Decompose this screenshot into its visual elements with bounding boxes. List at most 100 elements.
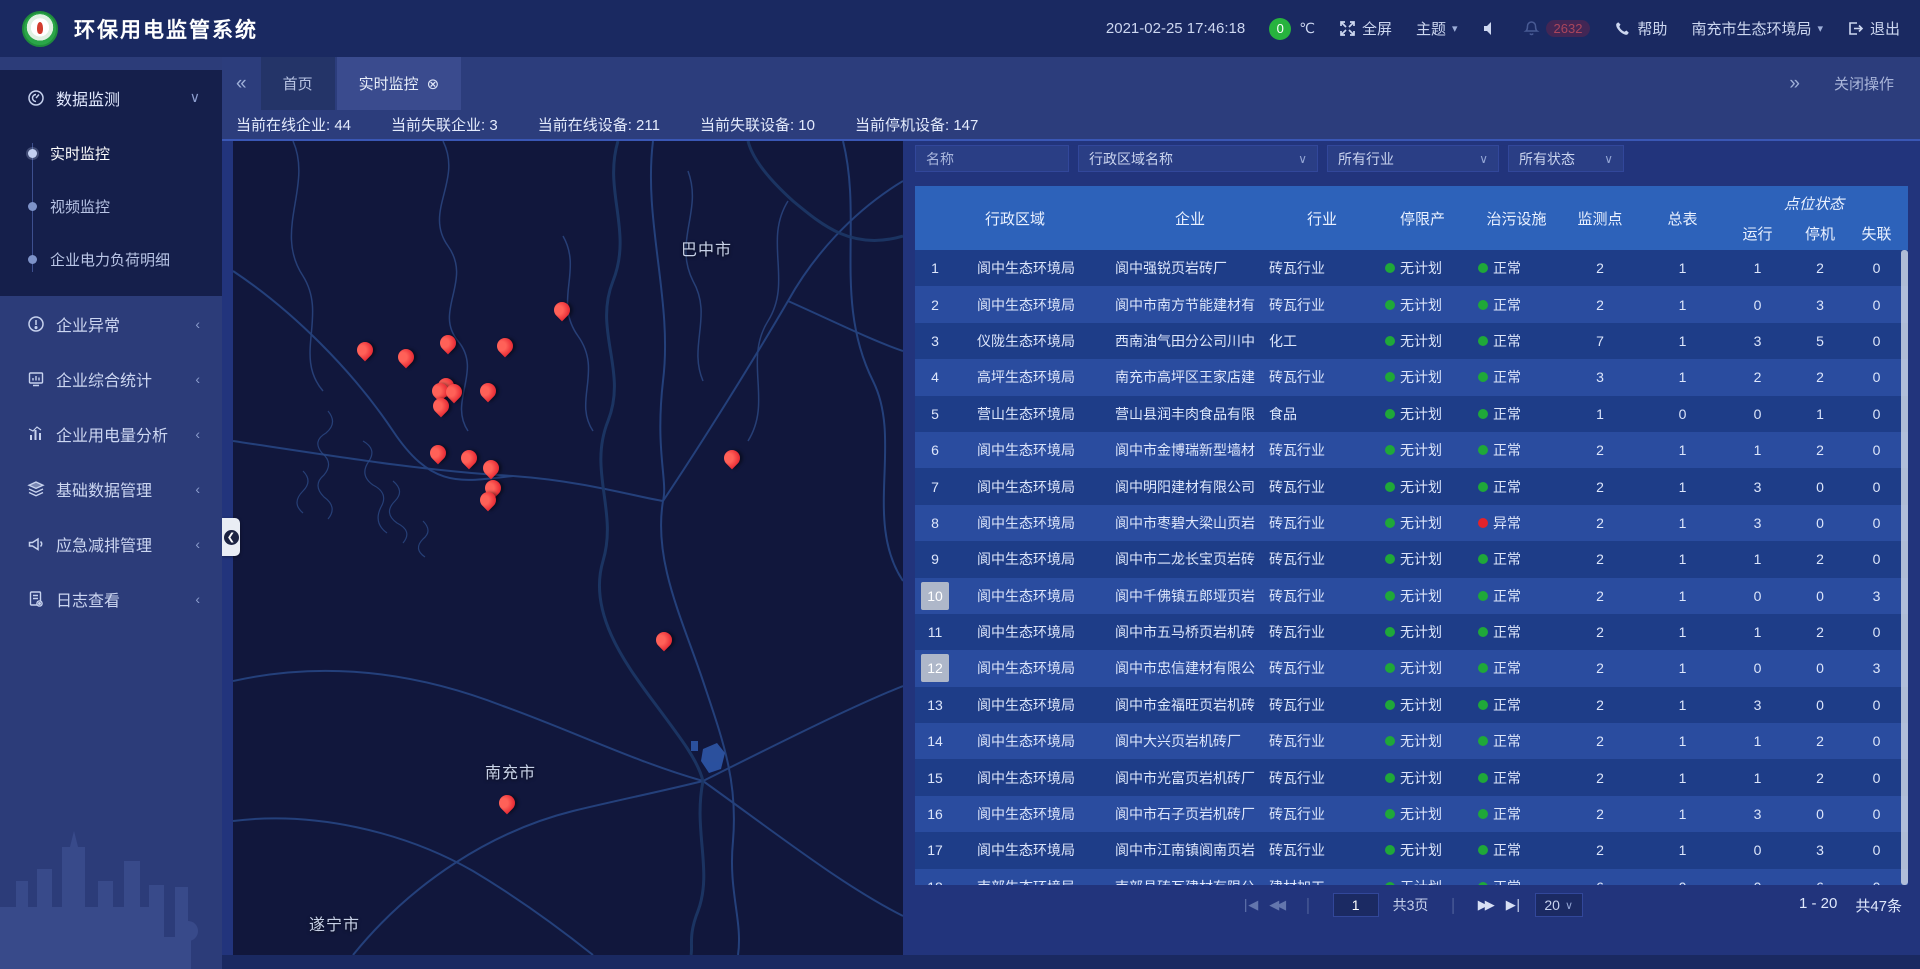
table-row[interactable]: 17阆中生态环境局阆中市江南镇阆南页岩砖瓦行业无计划正常21030 xyxy=(915,832,1908,868)
table-row[interactable]: 9阆中生态环境局阆中市二龙长宝页岩砖砖瓦行业无计划正常21120 xyxy=(915,541,1908,577)
table-row[interactable]: 2阆中生态环境局阆中市南方节能建材有砖瓦行业无计划正常21030 xyxy=(915,286,1908,322)
temperature-unit: ℃ xyxy=(1299,20,1315,37)
name-filter-input[interactable] xyxy=(915,145,1069,172)
map-collapse-button[interactable]: ❮ xyxy=(222,518,240,556)
sidebar-item-log-view[interactable]: 日志查看‹ xyxy=(0,571,222,626)
cell-company: 阆中市金博瑞新型墙材 xyxy=(1115,432,1265,468)
cell-lost: 0 xyxy=(1845,614,1908,650)
bullet-dot-icon xyxy=(28,202,37,211)
cell-meter: 0 xyxy=(1645,396,1720,432)
column-group-point-status: 点位状态 运行 停机 失联 xyxy=(1720,186,1908,250)
cell-meter: 1 xyxy=(1645,323,1720,359)
sidebar-item-data-monitoring[interactable]: 数据监测∨ xyxy=(0,70,222,125)
table-scrollbar[interactable] xyxy=(1901,250,1908,885)
tabs-scroll-right-icon[interactable]: » xyxy=(1789,73,1800,95)
cell-index: 8 xyxy=(915,505,955,541)
map[interactable]: 巴中市南充市遂宁市 xyxy=(233,141,903,955)
row-index: 14 xyxy=(921,727,949,755)
app-root: 环保用电监管系统 2021-02-25 17:46:18 0 ℃ 全屏 主题 ▾ xyxy=(0,0,1920,969)
cell-plan-status: 无计划 xyxy=(1375,614,1460,650)
cell-meter: 1 xyxy=(1645,796,1720,832)
cell-region: 阆中生态环境局 xyxy=(955,759,1115,795)
industry-filter-select[interactable]: 所有行业 ∨ xyxy=(1327,145,1499,172)
temperature-badge: 0 xyxy=(1269,18,1291,40)
chevron-down-icon: ∨ xyxy=(1565,899,1573,912)
cell-facility-status: 正常 xyxy=(1460,650,1555,686)
fullscreen-button[interactable]: 全屏 xyxy=(1339,18,1392,39)
sound-toggle[interactable] xyxy=(1482,20,1499,37)
table-row[interactable]: 15阆中生态环境局阆中市光富页岩机砖厂砖瓦行业无计划正常21120 xyxy=(915,759,1908,795)
sidebar-item-base-data-management[interactable]: 基础数据管理‹ xyxy=(0,461,222,516)
notifications[interactable]: 2632 xyxy=(1523,20,1591,37)
table-row[interactable]: 18南部生态环境局南部县砖瓦建材有限公建材加工无计划正常60060 xyxy=(915,869,1908,885)
table-row[interactable]: 12阆中生态环境局阆中市忠信建材有限公砖瓦行业无计划正常21003 xyxy=(915,650,1908,686)
cell-run: 1 xyxy=(1720,723,1795,759)
table-row[interactable]: 13阆中生态环境局阆中市金福旺页岩机砖砖瓦行业无计划正常21300 xyxy=(915,687,1908,723)
pagination-bar: ❘◀ ◀◀ ❘ 共3页 ❘ ▶▶ ▶❘ 20 ∨ 1 - 20 共47条 xyxy=(915,885,1908,925)
cell-facility-status: 正常 xyxy=(1460,541,1555,577)
org-menu[interactable]: 南充市生态环境局 ▾ xyxy=(1691,18,1823,39)
next-page-icon[interactable]: ▶▶ xyxy=(1478,897,1492,913)
sidebar-item-enterprise-abnormal[interactable]: 企业异常‹ xyxy=(0,296,222,351)
sidebar-subitem-video-monitoring[interactable]: 视频监控 xyxy=(0,180,222,233)
stat-stopped-devices: 当前停机设备: 147 xyxy=(855,114,978,135)
status-filter-select[interactable]: 所有状态 ∨ xyxy=(1508,145,1624,172)
column-header-industry: 行业 xyxy=(1265,186,1375,250)
sidebar-subitem-power-load-detail[interactable]: 企业电力负荷明细 xyxy=(0,233,222,286)
table-row[interactable]: 11阆中生态环境局阆中市五马桥页岩机砖砖瓦行业无计划正常21120 xyxy=(915,614,1908,650)
cell-meter: 1 xyxy=(1645,432,1720,468)
theme-menu[interactable]: 主题 ▾ xyxy=(1416,18,1458,39)
stat-offline-devices: 当前失联设备: 10 xyxy=(700,114,815,135)
cell-index: 2 xyxy=(915,286,955,322)
table-row[interactable]: 6阆中生态环境局阆中市金博瑞新型墙材砖瓦行业无计划正常21120 xyxy=(915,432,1908,468)
last-page-icon[interactable]: ▶❘ xyxy=(1506,897,1521,913)
help-button[interactable]: 帮助 xyxy=(1614,18,1667,39)
prev-page-icon[interactable]: ◀◀ xyxy=(1269,897,1283,913)
logout-button[interactable]: 退出 xyxy=(1847,18,1900,39)
cell-plan-status: 无计划 xyxy=(1375,687,1460,723)
row-index: 5 xyxy=(922,400,948,428)
cell-company: 阆中市忠信建材有限公 xyxy=(1115,650,1265,686)
cell-stop: 0 xyxy=(1795,468,1845,504)
table-row[interactable]: 4高坪生态环境局南充市高坪区王家店建砖瓦行业无计划正常31220 xyxy=(915,359,1908,395)
sidebar-subitem-realtime-monitoring[interactable]: 实时监控 xyxy=(0,127,222,180)
tab-home[interactable]: 首页 xyxy=(261,57,335,110)
sidebar-item-enterprise-statistics[interactable]: 企业综合统计‹ xyxy=(0,351,222,406)
cell-meter: 1 xyxy=(1645,286,1720,322)
tabs-scroll-left-icon[interactable]: « xyxy=(222,57,261,110)
sidebar-subitem-label: 企业电力负荷明细 xyxy=(50,249,170,270)
table-row[interactable]: 10阆中生态环境局阆中千佛镇五郎垭页岩砖瓦行业无计划正常21003 xyxy=(915,578,1908,614)
cell-industry: 砖瓦行业 xyxy=(1265,687,1375,723)
first-page-icon[interactable]: ❘◀ xyxy=(1240,897,1255,913)
region-filter-select[interactable]: 行政区域名称 ∨ xyxy=(1078,145,1318,172)
table-row[interactable]: 3仪陇生态环境局西南油气田分公司川中化工无计划正常71350 xyxy=(915,323,1908,359)
row-index: 2 xyxy=(922,291,948,319)
record-range-label: 1 - 20 xyxy=(1799,895,1837,916)
page-size-select[interactable]: 20 ∨ xyxy=(1535,893,1583,917)
cell-plan-status: 无计划 xyxy=(1375,505,1460,541)
cell-region: 阆中生态环境局 xyxy=(955,614,1115,650)
table-row[interactable]: 14阆中生态环境局阆中大兴页岩机砖厂砖瓦行业无计划正常21120 xyxy=(915,723,1908,759)
table-row[interactable]: 8阆中生态环境局阆中市枣碧大梁山页岩砖瓦行业无计划异常21300 xyxy=(915,505,1908,541)
sidebar-item-emergency-reduction[interactable]: 应急减排管理‹ xyxy=(0,516,222,571)
page-number-input[interactable] xyxy=(1333,893,1379,917)
table-row[interactable]: 1阆中生态环境局阆中强锐页岩砖厂砖瓦行业无计划正常21120 xyxy=(915,250,1908,286)
cell-points: 1 xyxy=(1555,396,1645,432)
sidebar-item-power-usage-analysis[interactable]: 企业用电量分析‹ xyxy=(0,406,222,461)
status-dot-green xyxy=(1478,773,1488,783)
table-row[interactable]: 7阆中生态环境局阆中明阳建材有限公司砖瓦行业无计划正常21300 xyxy=(915,468,1908,504)
divider: ❘ xyxy=(1446,895,1459,915)
tab-realtime[interactable]: 实时监控 ⊗ xyxy=(337,57,462,110)
cell-run: 2 xyxy=(1720,359,1795,395)
cell-lost: 3 xyxy=(1845,650,1908,686)
cell-industry: 化工 xyxy=(1265,323,1375,359)
close-operations-button[interactable]: 关闭操作 xyxy=(1834,73,1894,94)
table-row[interactable]: 16阆中生态环境局阆中市石子页岩机砖厂砖瓦行业无计划正常21300 xyxy=(915,796,1908,832)
table-row[interactable]: 5营山生态环境局营山县润丰肉食品有限食品无计划正常10010 xyxy=(915,396,1908,432)
close-tab-icon[interactable]: ⊗ xyxy=(427,75,440,93)
cell-stop: 3 xyxy=(1795,832,1845,868)
tab-label: 实时监控 xyxy=(359,73,419,94)
cell-stop: 2 xyxy=(1795,614,1845,650)
cell-company: 阆中市二龙长宝页岩砖 xyxy=(1115,541,1265,577)
chevron-down-icon: ∨ xyxy=(190,89,200,106)
